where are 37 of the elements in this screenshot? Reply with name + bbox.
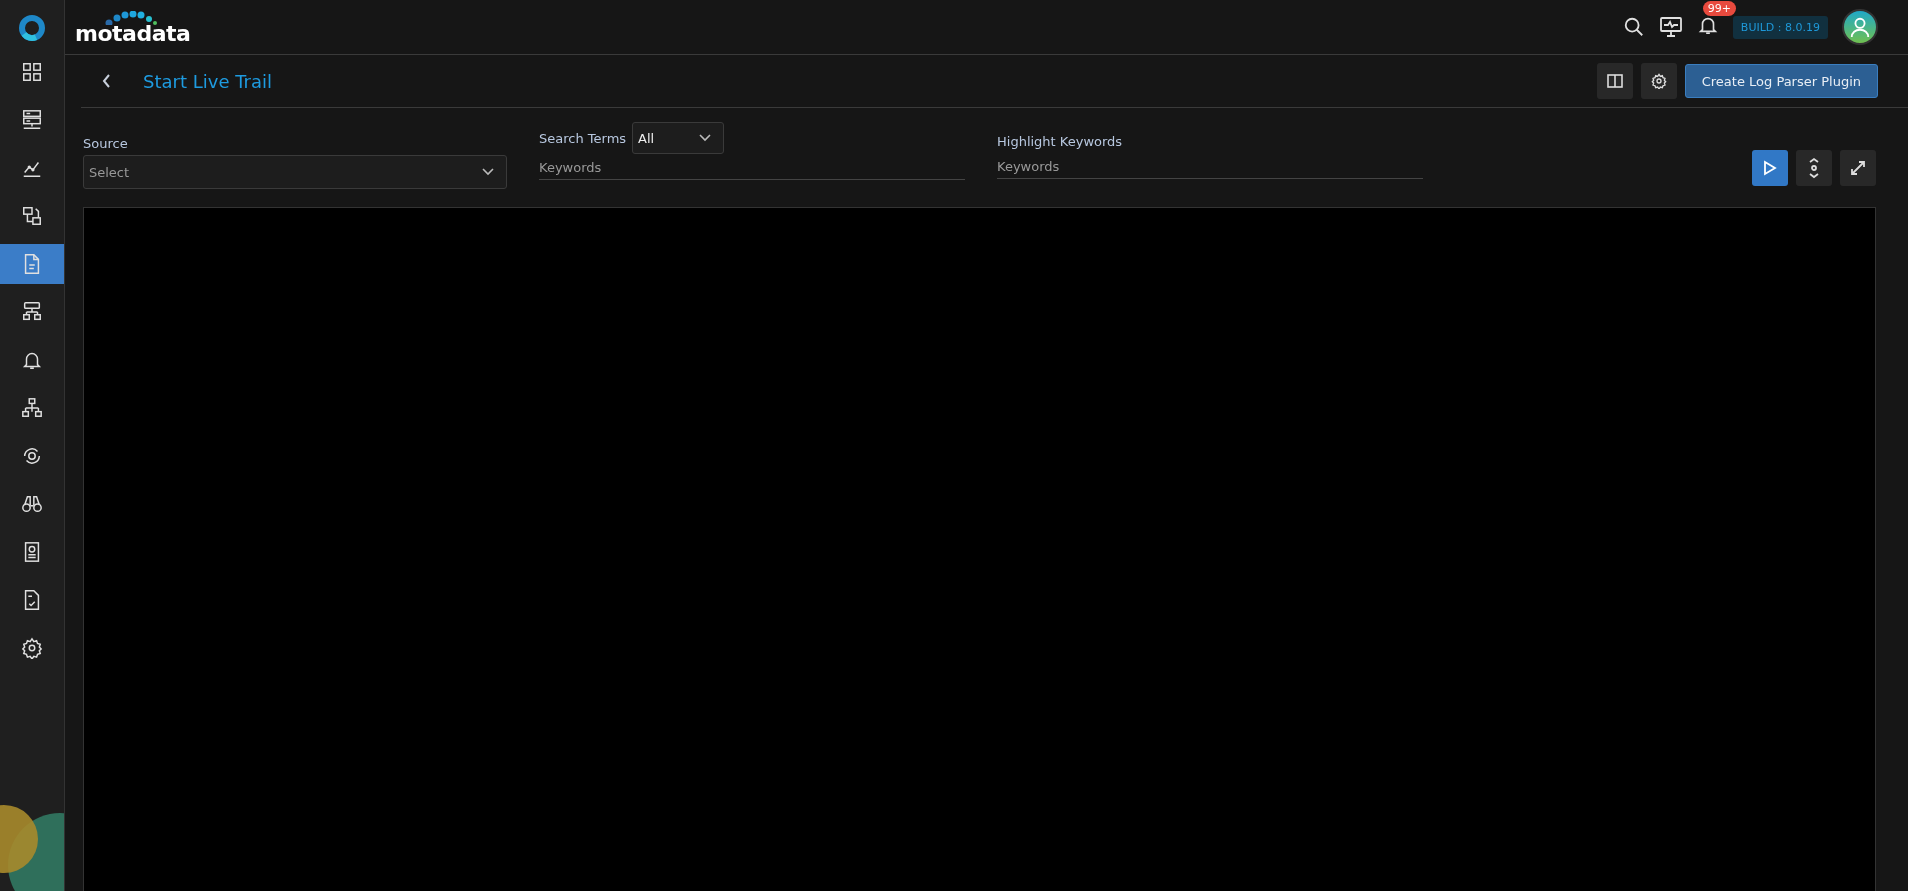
columns-icon [1606,74,1623,88]
source-select[interactable]: Select [83,155,507,189]
build-version: BUILD : 8.0.19 [1732,15,1828,39]
grid-icon [21,61,43,83]
network-icon [21,397,43,419]
settings-button[interactable] [1640,63,1677,99]
source-label: Source [83,136,129,151]
search-terms-dropdown[interactable]: All [632,122,725,154]
highlight-keywords-label: Highlight Keywords [997,134,1124,149]
monitor-icon[interactable] [1658,16,1683,38]
play-icon [1763,160,1777,176]
split-view-button[interactable] [1596,63,1633,99]
servers-icon [21,109,43,131]
chevron-down-icon [699,134,712,142]
settings-icon [21,637,43,659]
fullscreen-button[interactable] [1840,150,1876,186]
highlight-keywords-field[interactable]: Keywords [997,155,1423,179]
chevron-down-icon [482,168,494,176]
flow-icon [21,205,43,227]
search-terms-label: Search Terms [539,130,627,146]
binoculars-icon [21,493,43,515]
user-avatar[interactable] [1842,9,1878,45]
settings-icon [1650,73,1667,89]
motadata-logo: motadata [75,8,191,46]
sync-icon [21,445,43,467]
search-icon[interactable] [1622,16,1645,38]
keywords-field[interactable]: Keywords [539,156,965,180]
ring-logo-icon [18,14,46,42]
expand-rows-button[interactable] [1796,150,1832,186]
page-title: Start Live Trail [143,70,272,92]
expand-collapse-icon [1807,157,1821,179]
back-icon[interactable] [101,73,113,89]
hierarchy-icon [21,301,43,323]
diagonal-arrows-icon [1850,160,1866,176]
notification-count: 99+ [1702,1,1737,16]
create-plugin-button[interactable]: Create Log Parser Plugin [1684,64,1878,98]
play-button[interactable] [1752,150,1788,186]
